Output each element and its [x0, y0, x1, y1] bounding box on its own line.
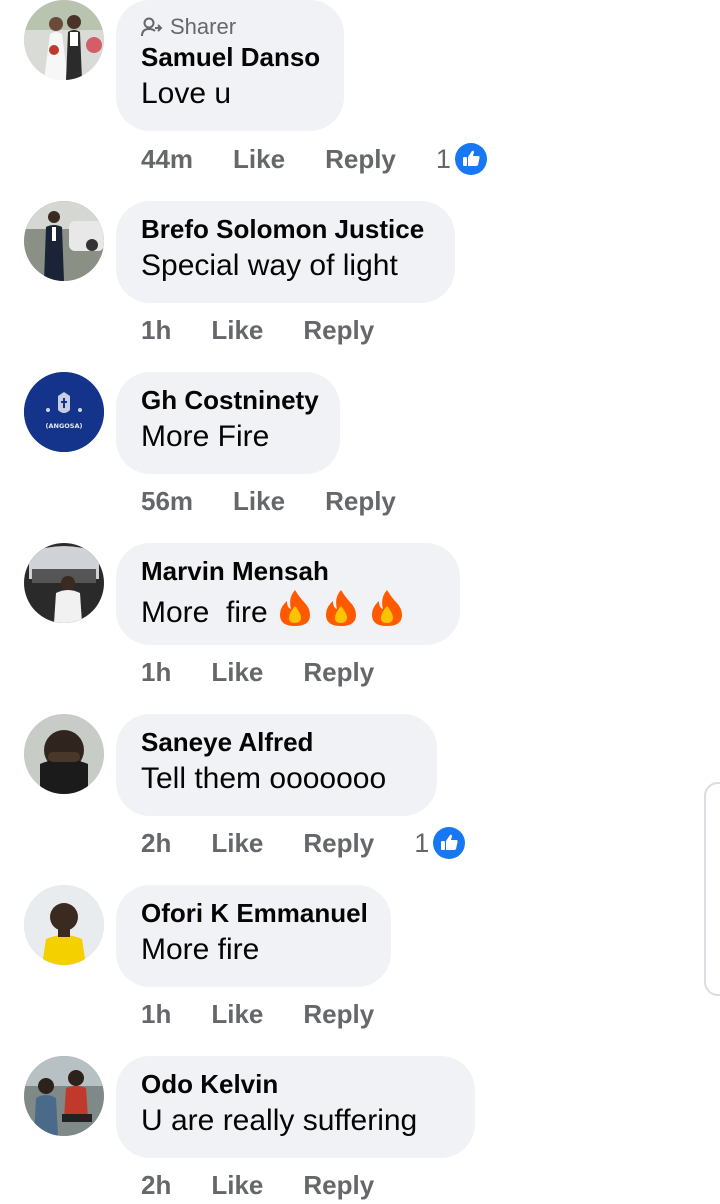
comment-author[interactable]: Saneye Alfred	[141, 725, 412, 759]
comment-text: Tell them ooooooo	[141, 762, 387, 795]
like-button[interactable]: Like	[211, 999, 263, 1030]
comment-actions: 1h Like Reply	[141, 312, 374, 348]
comment-text: Special way of light	[141, 249, 398, 282]
comment-text: More Fire	[141, 420, 270, 453]
scroll-edge-handle[interactable]	[704, 782, 720, 996]
comment-bubble: Saneye Alfred Tell them ooooooo	[116, 714, 437, 816]
comment-timestamp[interactable]: 1h	[141, 999, 171, 1030]
fire-emoji-icon	[371, 590, 402, 626]
comment-text-value: More fire	[141, 596, 268, 629]
avatar[interactable]	[24, 1056, 104, 1136]
reaction-summary[interactable]: 1	[414, 827, 466, 859]
comment-author[interactable]: Ofori K Emmanuel	[141, 896, 368, 930]
comment-bubble: Ofori K Emmanuel More fire	[116, 885, 391, 987]
comment-timestamp[interactable]: 2h	[141, 828, 171, 859]
reply-button[interactable]: Reply	[303, 999, 374, 1030]
like-button[interactable]: Like	[211, 315, 263, 346]
sharer-icon	[141, 17, 163, 37]
comment-text: More fire	[141, 933, 260, 966]
comment-timestamp[interactable]: 1h	[141, 315, 171, 346]
reaction-count: 1	[435, 143, 451, 174]
comment-item: Ofori K Emmanuel More fire 1h Like Reply	[0, 885, 720, 1056]
comment-author[interactable]: Brefo Solomon Justice	[141, 212, 430, 246]
comment-text: More fire	[141, 588, 435, 633]
comment-author[interactable]: Odo Kelvin	[141, 1067, 450, 1101]
sharer-label: Sharer	[170, 14, 237, 39]
comment-timestamp[interactable]: 44m	[141, 144, 193, 175]
avatar[interactable]	[24, 714, 104, 794]
thumbs-up-icon	[433, 827, 466, 859]
reply-button[interactable]: Reply	[303, 657, 374, 688]
comment-text: U are really suffering	[141, 1104, 418, 1137]
comment-text: Love u	[141, 77, 232, 110]
reply-button[interactable]: Reply	[303, 828, 374, 859]
like-button[interactable]: Like	[211, 657, 263, 688]
comment-actions: 44m Like Reply 1	[141, 141, 487, 177]
avatar[interactable]	[24, 201, 104, 281]
comment-item: Sharer Samuel Danso Love u 44m Like Repl…	[0, 0, 720, 175]
comment-item: Odo Kelvin U are really suffering 2h Lik…	[0, 1056, 720, 1204]
reply-button[interactable]: Reply	[325, 144, 396, 175]
reply-button[interactable]: Reply	[325, 486, 396, 517]
comment-item: Marvin Mensah More fire 1h Like Reply	[0, 543, 720, 714]
avatar[interactable]	[24, 885, 104, 965]
comment-actions: 1h Like Reply	[141, 996, 374, 1032]
reaction-count: 1	[414, 827, 430, 858]
comment-actions: 2h Like Reply 1	[141, 825, 466, 861]
comment-list: Sharer Samuel Danso Love u 44m Like Repl…	[0, 0, 720, 1204]
like-button[interactable]: Like	[211, 1170, 263, 1201]
fire-emoji-icon	[279, 590, 310, 626]
avatar[interactable]	[24, 543, 104, 623]
comment-bubble: Marvin Mensah More fire	[116, 543, 460, 645]
comment-author[interactable]: Samuel Danso	[141, 40, 320, 74]
comment-actions: 56m Like Reply	[141, 483, 396, 519]
comment-author[interactable]: Gh Costninety	[141, 383, 319, 417]
comment-timestamp[interactable]: 2h	[141, 1170, 171, 1201]
comment-timestamp[interactable]: 1h	[141, 657, 171, 688]
reply-button[interactable]: Reply	[303, 315, 374, 346]
comment-timestamp[interactable]: 56m	[141, 486, 193, 517]
comment-author[interactable]: Marvin Mensah	[141, 554, 435, 588]
avatar-label: (ANGOSA)	[46, 422, 83, 430]
comment-item: Saneye Alfred Tell them ooooooo 2h Like …	[0, 714, 720, 885]
comment-bubble: Odo Kelvin U are really suffering	[116, 1056, 475, 1158]
sharer-badge: Sharer	[141, 14, 319, 40]
avatar[interactable]	[24, 0, 104, 80]
like-button[interactable]: Like	[233, 144, 285, 175]
reply-button[interactable]: Reply	[303, 1170, 374, 1201]
comment-item: Brefo Solomon Justice Special way of lig…	[0, 201, 720, 372]
comment-actions: 2h Like Reply	[141, 1167, 374, 1203]
comment-bubble: Gh Costninety More Fire	[116, 372, 340, 474]
avatar[interactable]: (ANGOSA)	[24, 372, 104, 452]
fire-emoji-icon	[325, 590, 356, 626]
comment-actions: 1h Like Reply	[141, 654, 374, 690]
like-button[interactable]: Like	[211, 828, 263, 859]
comment-bubble: Brefo Solomon Justice Special way of lig…	[116, 201, 455, 303]
like-button[interactable]: Like	[233, 486, 285, 517]
comment-bubble: Sharer Samuel Danso Love u	[116, 0, 344, 131]
comment-item: (ANGOSA) Gh Costninety More Fire 56m Lik…	[0, 372, 720, 543]
thumbs-up-icon	[454, 143, 487, 175]
reaction-summary[interactable]: 1	[436, 143, 487, 175]
